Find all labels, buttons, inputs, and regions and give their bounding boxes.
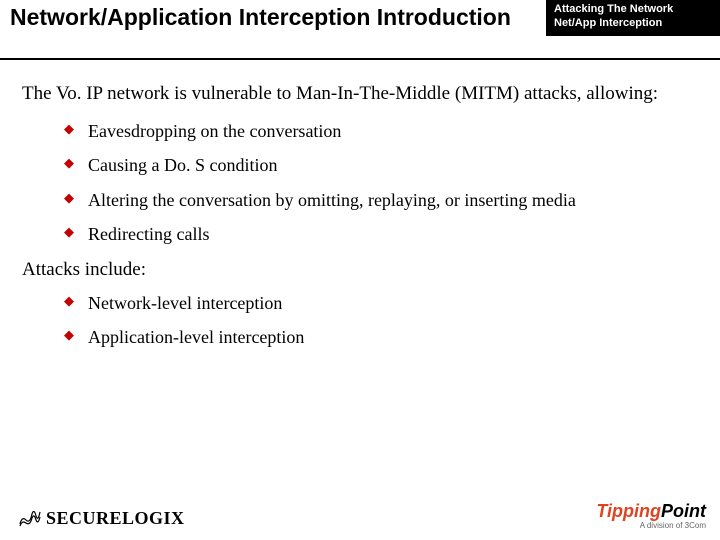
- securelogix-text: SECURELOGIX: [46, 508, 185, 529]
- list-item: Causing a Do. S condition: [64, 154, 706, 177]
- tippingpoint-logo: TippingPoint A division of 3Com: [596, 502, 706, 530]
- list-item: Application-level interception: [64, 326, 706, 349]
- tippingpoint-text: TippingPoint: [596, 502, 706, 520]
- securelogix-logo: SECURELOGIX: [18, 506, 185, 530]
- intro-paragraph-2: Attacks include:: [22, 258, 706, 282]
- context-tab: Attacking The Network Net/App Intercepti…: [546, 0, 720, 36]
- bullet-list-1: Eavesdropping on the conversation Causin…: [64, 120, 706, 246]
- tab-line-1: Attacking The Network: [554, 3, 714, 17]
- intro-paragraph: The Vo. IP network is vulnerable to Man-…: [22, 82, 706, 106]
- slide-header: Attacking The Network Net/App Intercepti…: [0, 0, 720, 60]
- tp-part-a: Tipping: [596, 501, 661, 521]
- tp-part-b: Point: [661, 501, 706, 521]
- bullet-list-2: Network-level interception Application-l…: [64, 292, 706, 349]
- list-item: Network-level interception: [64, 292, 706, 315]
- tippingpoint-subtext: A division of 3Com: [596, 522, 706, 530]
- tab-line-2: Net/App Interception: [554, 17, 714, 31]
- list-item: Eavesdropping on the conversation: [64, 120, 706, 143]
- slide-body: The Vo. IP network is vulnerable to Man-…: [0, 60, 720, 349]
- wave-icon: [18, 506, 42, 530]
- list-item: Altering the conversation by omitting, r…: [64, 189, 706, 212]
- list-item: Redirecting calls: [64, 223, 706, 246]
- slide-footer: SECURELOGIX TippingPoint A division of 3…: [0, 494, 720, 534]
